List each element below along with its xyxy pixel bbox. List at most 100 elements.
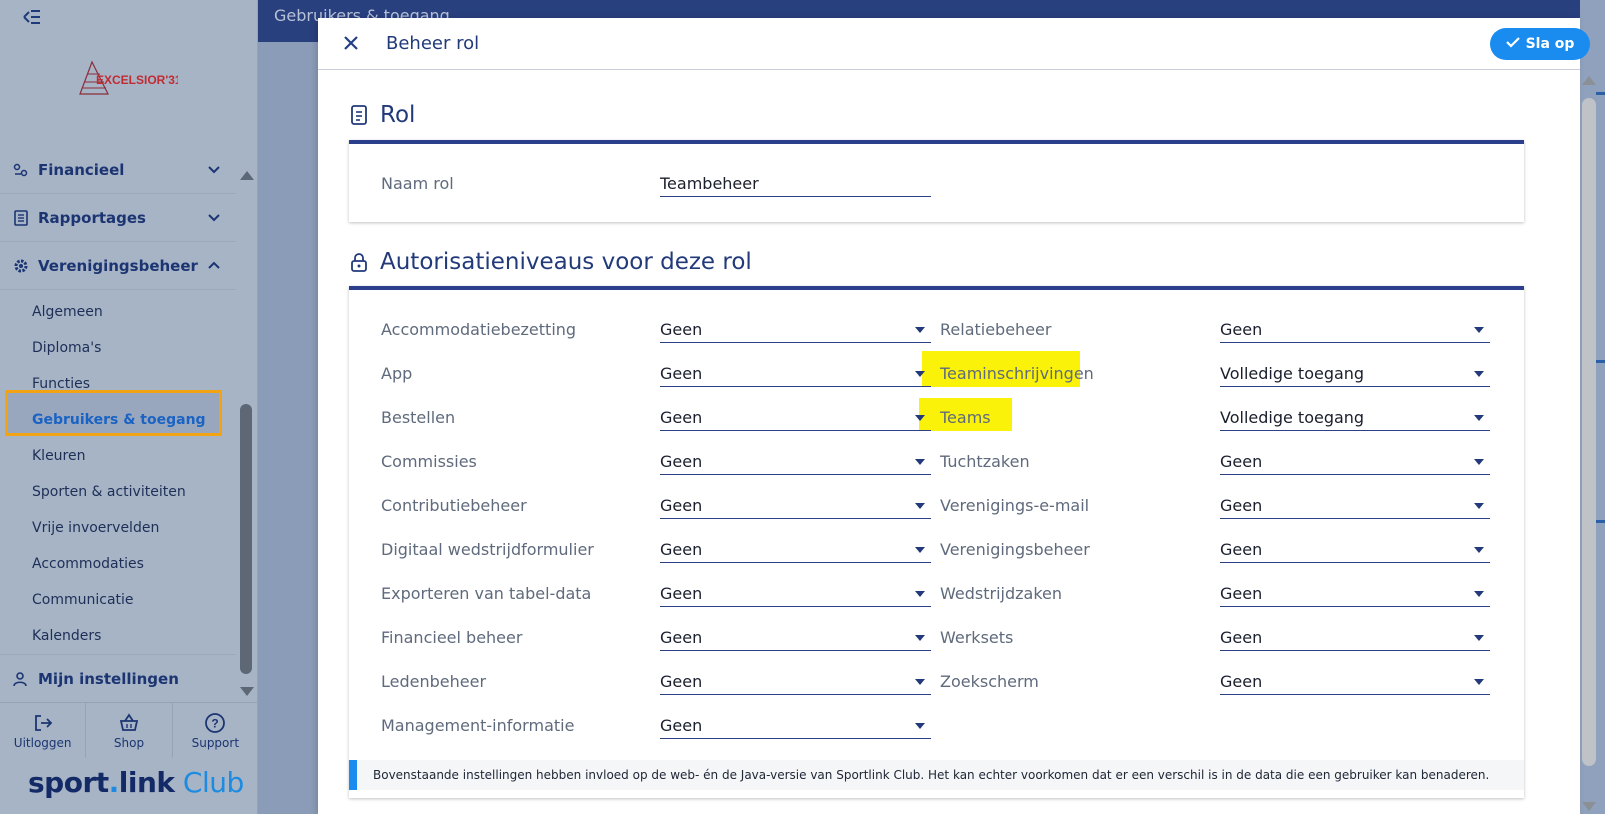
support-button[interactable]: ? Support: [173, 703, 258, 758]
auth-label: Ledenbeheer: [381, 672, 487, 691]
auth-select[interactable]: Volledige toegang: [1220, 363, 1490, 387]
nav-group-rapportages[interactable]: Rapportages: [0, 194, 236, 242]
sidebar-item-gebruikers-toegang[interactable]: Gebruikers & toegang: [32, 410, 206, 430]
auth-select[interactable]: Geen: [660, 407, 931, 431]
sidebar-item-vrije-invoervelden[interactable]: Vrije invoervelden: [32, 518, 159, 538]
nav-group-mijn-instellingen[interactable]: Mijn instellingen: [0, 654, 236, 702]
auth-label: Verenigingsbeheer: [940, 540, 1090, 559]
auth-label: Teams: [940, 408, 991, 427]
auth-label: Accommodatiebezetting: [381, 320, 577, 339]
chevron-down-icon: [206, 161, 222, 177]
auth-label: Werksets: [940, 628, 1014, 647]
naam-rol-input[interactable]: Teambeheer: [660, 173, 931, 197]
auth-select[interactable]: Geen: [660, 319, 931, 343]
save-button[interactable]: Sla op: [1490, 28, 1590, 60]
dialog-header: Beheer rol Sla op: [318, 18, 1590, 70]
select-value: Geen: [1220, 540, 1263, 559]
auth-select[interactable]: Geen: [1220, 319, 1490, 343]
auth-select[interactable]: Geen: [1220, 539, 1490, 563]
brand-dot: .: [108, 766, 120, 799]
shop-button[interactable]: Shop: [86, 703, 173, 758]
auth-label: Financieel beheer: [381, 628, 523, 647]
auth-label: Teaminschrijvingen: [940, 364, 1094, 383]
auth-select[interactable]: Geen: [1220, 627, 1490, 651]
sidebar-item-algemeen[interactable]: Algemeen: [32, 302, 103, 322]
beheer-rol-dialog: Beheer rol Sla op Rol Naam rol Teambehee…: [318, 18, 1596, 814]
logout-button[interactable]: Uitloggen: [0, 703, 87, 758]
sidebar-item-kleuren[interactable]: Kleuren: [32, 446, 86, 466]
naam-rol-label: Naam rol: [381, 174, 454, 193]
select-value: Geen: [660, 540, 703, 559]
auth-select[interactable]: Geen: [660, 627, 931, 651]
auth-select[interactable]: Geen: [1220, 583, 1490, 607]
auth-select[interactable]: Geen: [660, 451, 931, 475]
auth-select[interactable]: Volledige toegang: [1220, 407, 1490, 431]
auth-select[interactable]: Geen: [1220, 671, 1490, 695]
caret-down-icon: [915, 547, 925, 553]
caret-down-icon: [915, 591, 925, 597]
close-icon[interactable]: [340, 32, 362, 54]
caret-down-icon: [915, 327, 925, 333]
select-value: Geen: [1220, 628, 1263, 647]
select-value: Geen: [660, 628, 703, 647]
caret-down-icon: [915, 503, 925, 509]
lock-icon: [350, 251, 370, 273]
scroll-down-arrow-icon[interactable]: [1582, 802, 1596, 811]
caret-down-icon: [1474, 679, 1484, 685]
caret-down-icon: [1474, 415, 1484, 421]
nav-group-label: Verenigingsbeheer: [38, 256, 198, 275]
select-value: Geen: [660, 452, 703, 471]
background-divider: [1596, 92, 1605, 95]
dialog-scrollbar-thumb[interactable]: [1582, 98, 1596, 766]
select-value: Volledige toegang: [1220, 364, 1365, 383]
sidebar-item-functies[interactable]: Functies: [32, 374, 90, 394]
auth-label: Bestellen: [381, 408, 456, 427]
scroll-down-arrow-icon[interactable]: [240, 687, 254, 696]
info-message: Bovenstaande instellingen hebben invloed…: [349, 760, 1524, 790]
user-settings-icon: [12, 670, 30, 688]
document-icon: [12, 209, 30, 227]
check-icon: [1505, 36, 1520, 52]
select-value: Geen: [1220, 496, 1263, 515]
gear-icon: [12, 257, 30, 275]
sidebar-item-communicatie[interactable]: Communicatie: [32, 590, 134, 610]
chevron-up-icon: [206, 257, 222, 273]
sidebar-item-diplomas[interactable]: Diploma's: [32, 338, 101, 358]
caret-down-icon: [915, 679, 925, 685]
auth-select[interactable]: Geen: [1220, 495, 1490, 519]
autorisatie-card: Accommodatiebezetting Geen App Geen Best…: [349, 286, 1524, 798]
auth-select[interactable]: Geen: [660, 715, 931, 739]
sidebar-bottom-bar: Uitloggen Shop ? Support: [0, 702, 258, 758]
background-divider: [1596, 520, 1605, 523]
brand-sport: sport: [28, 766, 109, 799]
section-title-rol: Rol: [350, 102, 415, 128]
nav-group-verenigingsbeheer[interactable]: Verenigingsbeheer: [0, 242, 236, 290]
background-divider: [1596, 360, 1605, 363]
auth-select[interactable]: Geen: [660, 363, 931, 387]
caret-down-icon: [1474, 591, 1484, 597]
caret-down-icon: [1474, 459, 1484, 465]
sidebar-item-kalenders[interactable]: Kalenders: [32, 626, 101, 646]
scroll-up-arrow-icon[interactable]: [240, 171, 254, 180]
nav-group-label: Rapportages: [38, 208, 146, 227]
scroll-up-arrow-icon[interactable]: [1582, 76, 1596, 85]
select-value: Geen: [1220, 452, 1263, 471]
auth-select[interactable]: Geen: [660, 495, 931, 519]
nav-group-financieel[interactable]: Financieel: [0, 146, 236, 194]
basket-icon: [118, 712, 140, 734]
auth-label: Exporteren van tabel-data: [381, 584, 592, 603]
auth-select[interactable]: Geen: [1220, 451, 1490, 475]
section-title-text: Rol: [380, 102, 416, 128]
auth-select[interactable]: Geen: [660, 583, 931, 607]
sidebar-item-accommodaties[interactable]: Accommodaties: [32, 554, 144, 574]
sidebar-scrollbar-thumb[interactable]: [240, 404, 252, 674]
caret-down-icon: [915, 415, 925, 421]
select-value: Geen: [660, 584, 703, 603]
sidebar-item-sporten-activiteiten[interactable]: Sporten & activiteiten: [32, 482, 186, 502]
auth-label: Verenigings-e-mail: [940, 496, 1090, 515]
collapse-sidebar-icon[interactable]: [22, 8, 44, 28]
auth-label: Management-informatie: [381, 716, 575, 735]
id-card-icon: [350, 104, 370, 126]
auth-select[interactable]: Geen: [660, 671, 931, 695]
auth-select[interactable]: Geen: [660, 539, 931, 563]
